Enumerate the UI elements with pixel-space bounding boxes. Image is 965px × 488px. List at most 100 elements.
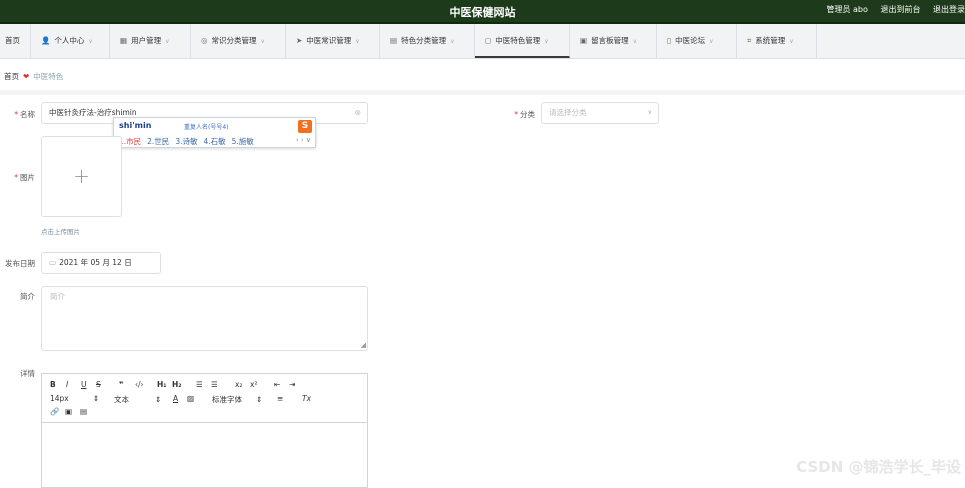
nav-tcm-feature-label: 中医特色管理 bbox=[495, 36, 541, 45]
chevron-down-icon: ∨ bbox=[450, 38, 455, 45]
category-label: * 分类 bbox=[514, 110, 535, 119]
nav-system-label: 系统管理 bbox=[755, 36, 786, 45]
chevron-down-icon: ∨ bbox=[789, 38, 794, 45]
nav-personal-center[interactable]: 👤 个人中心 ∨ bbox=[31, 24, 110, 58]
font-color-icon[interactable]: A bbox=[173, 394, 178, 403]
superscript-icon[interactable]: x² bbox=[250, 380, 257, 389]
outdent-icon[interactable]: ⇤ bbox=[274, 380, 280, 389]
nav-user-mgmt-label: 用户管理 bbox=[131, 36, 162, 45]
name-label: * 名称 bbox=[14, 110, 35, 119]
ime-composition: shi'min bbox=[119, 121, 152, 130]
upload-hint: 点击上传图片 bbox=[41, 228, 80, 236]
nav-feature-category-label: 特色分类管理 bbox=[401, 36, 447, 45]
user-icon: 👤 bbox=[41, 36, 51, 45]
strikethrough-icon[interactable]: S bbox=[96, 380, 101, 389]
top-header: 中医保健网站 管理员 abo 退出到前台 退出登录 bbox=[0, 0, 965, 24]
exit-to-frontend-link[interactable]: 退出到前台 bbox=[880, 5, 920, 14]
bold-icon[interactable]: B bbox=[50, 380, 56, 389]
image-label: * 图片 bbox=[14, 173, 35, 182]
chevron-down-icon: ∨ bbox=[647, 109, 652, 116]
intro-textarea[interactable]: 简介 ◢ bbox=[41, 286, 368, 351]
calendar-icon: ▭ bbox=[49, 258, 57, 267]
mobile-icon: ▯ bbox=[667, 36, 672, 45]
nav-forum[interactable]: ▯ 中医论坛 ∨ bbox=[657, 24, 737, 58]
nav-feature-category[interactable]: ▤ 特色分类管理 ∨ bbox=[380, 24, 475, 58]
chevron-down-icon: ∨ bbox=[88, 38, 93, 45]
nav-personal-label: 个人中心 bbox=[54, 36, 85, 45]
ime-candidate[interactable]: 4.石敏 bbox=[203, 137, 225, 146]
editor-toolbar: B I U S ❞ ‹/› H₁ H₂ ☰ ☰ x₂ x² ⇤ ⇥ 14px ⇕ … bbox=[42, 374, 367, 423]
csdn-watermark: CSDN @锦浩学长_毕设 bbox=[796, 458, 961, 476]
chevron-down-icon: ∨ bbox=[709, 38, 714, 45]
breadcrumb: 首页 ❤ 中医特色 bbox=[4, 71, 63, 82]
indent-icon[interactable]: ⇥ bbox=[289, 380, 295, 389]
font-size-select[interactable]: 14px ⇕ bbox=[50, 394, 99, 403]
rich-text-editor[interactable]: B I U S ❞ ‹/› H₁ H₂ ☰ ☰ x₂ x² ⇤ ⇥ 14px ⇕ … bbox=[41, 373, 368, 488]
nav-tcm-feature[interactable]: ◻ 中医特色管理 ∨ bbox=[475, 24, 570, 58]
ordered-list-icon[interactable]: ☰ bbox=[196, 380, 203, 389]
chevron-down-icon: ∨ bbox=[165, 38, 170, 45]
underline-icon[interactable]: U bbox=[81, 380, 87, 389]
chevron-down-icon: ∨ bbox=[544, 38, 549, 45]
breadcrumb-current: 中医特色 bbox=[33, 72, 64, 81]
section-divider bbox=[0, 90, 965, 95]
category-placeholder: 请选择分类 bbox=[549, 108, 587, 117]
nav-message-board[interactable]: ▣ 留言板管理 ∨ bbox=[570, 24, 657, 58]
ime-hint: 重复人名(号号4) bbox=[184, 124, 229, 131]
blockquote-icon[interactable]: ❞ bbox=[119, 380, 123, 389]
nav-tcm-knowledge-label: 中医常识管理 bbox=[306, 36, 352, 45]
date-picker[interactable]: ▭ 2021 年 05 月 12 日 bbox=[41, 252, 161, 274]
sogou-logo-icon: S bbox=[298, 120, 312, 133]
send-icon: ➤ bbox=[296, 36, 303, 45]
date-value: 2021 年 05 月 12 日 bbox=[59, 258, 132, 267]
nav-user-mgmt[interactable]: ▦ 用户管理 ∨ bbox=[110, 24, 191, 58]
nav-category-mgmt[interactable]: ◎ 常识分类管理 ∨ bbox=[191, 24, 286, 58]
image-icon[interactable]: ▣ bbox=[65, 407, 72, 416]
heading2-icon[interactable]: H₂ bbox=[172, 380, 182, 389]
chevron-down-icon: ∨ bbox=[355, 38, 360, 45]
italic-icon[interactable]: I bbox=[66, 380, 68, 389]
detail-label: 详情 bbox=[20, 369, 35, 378]
nav-message-board-label: 留言板管理 bbox=[591, 36, 629, 45]
ime-candidate[interactable]: 5.施敏 bbox=[232, 137, 254, 146]
align-icon[interactable]: ≡ bbox=[277, 394, 283, 403]
nav-tcm-knowledge[interactable]: ➤ 中医常识管理 ∨ bbox=[286, 24, 380, 58]
ime-candidate[interactable]: 2.世民 bbox=[147, 137, 169, 146]
font-family-select[interactable]: 标准字体 ⇕ bbox=[212, 394, 262, 405]
ime-candidate[interactable]: 1.市民 bbox=[119, 137, 141, 146]
name-value: 中医针灸疗法-治疗shimin bbox=[49, 108, 137, 117]
bullet-list-icon[interactable]: ☰ bbox=[211, 380, 218, 389]
document-icon: ▤ bbox=[390, 36, 398, 45]
video-icon[interactable]: ▤ bbox=[80, 407, 87, 416]
nav-home-label: 首页 bbox=[5, 36, 20, 45]
plus-icon: + bbox=[73, 164, 90, 188]
nav-system[interactable]: ⌗ 系统管理 ∨ bbox=[737, 24, 817, 58]
text-style-select[interactable]: 文本 ⇕ bbox=[114, 394, 161, 405]
ime-candidate-popup: shi'min 重复人名(号号4) S 1.市民 2.世民 3.诗敏 4.石敏 5.施敏… bbox=[113, 117, 316, 148]
category-select[interactable]: 请选择分类 ∨ bbox=[541, 102, 659, 124]
image-upload-box[interactable]: + bbox=[41, 136, 122, 217]
breadcrumb-home[interactable]: 首页 bbox=[4, 72, 19, 81]
background-color-icon[interactable]: ▨ bbox=[187, 394, 194, 403]
chevron-down-icon: ∨ bbox=[632, 38, 637, 45]
crop-icon: ⌗ bbox=[747, 36, 752, 45]
link-icon[interactable]: 🔗 bbox=[50, 407, 59, 416]
ime-candidate-list: 1.市民 2.世民 3.诗敏 4.石敏 5.施敏 bbox=[119, 136, 260, 147]
logout-link[interactable]: 退出登录 bbox=[933, 5, 965, 14]
intro-label: 简介 bbox=[20, 292, 35, 301]
grid-icon: ▦ bbox=[120, 36, 128, 45]
main-nav: 首页 👤 个人中心 ∨ ▦ 用户管理 ∨ ◎ 常识分类管理 ∨ ➤ 中医常识管理 ∨ ▤ 特色分类… bbox=[0, 24, 965, 59]
clear-icon[interactable]: ⊗ bbox=[355, 103, 361, 123]
clear-format-icon[interactable]: Tx bbox=[302, 394, 311, 403]
current-user: 管理员 abo bbox=[826, 5, 868, 14]
subscript-icon[interactable]: x₂ bbox=[235, 380, 242, 389]
chat-icon: ◻ bbox=[485, 36, 492, 45]
resize-handle-icon[interactable]: ◢ bbox=[361, 341, 366, 349]
heading1-icon[interactable]: H₁ bbox=[157, 380, 167, 389]
header-actions: 管理员 abo 退出到前台 退出登录 bbox=[816, 4, 965, 15]
code-icon[interactable]: ‹/› bbox=[135, 380, 144, 389]
ime-page-arrows[interactable]: ‹ › ∨ bbox=[296, 136, 311, 144]
nav-home[interactable]: 首页 bbox=[0, 24, 31, 58]
ime-candidate[interactable]: 3.诗敏 bbox=[175, 137, 197, 146]
nav-forum-label: 中医论坛 bbox=[675, 36, 706, 45]
